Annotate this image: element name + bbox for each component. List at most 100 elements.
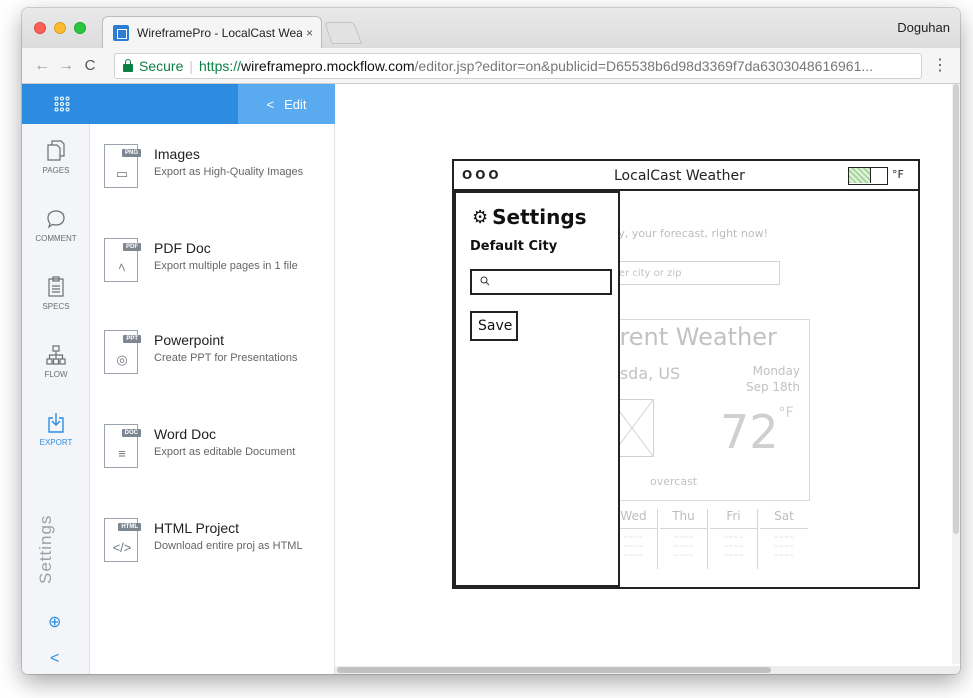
wireframe-current-weather: rrent Weather [610, 323, 777, 351]
chart-glyph-icon: ◎ [116, 352, 128, 367]
forecast-day: Sat ~~~~ ~~~~ ~~~~ [760, 509, 808, 569]
file-badge: PNG [121, 149, 141, 157]
left-rail: PAGES COMMENT SPECS FLOW EXPORT Settings… [22, 124, 90, 674]
wireframe-date-text: Sep 18th [745, 380, 800, 394]
browser-menu-icon[interactable]: ⋮ [932, 58, 948, 74]
export-option-name: Word Doc [154, 426, 216, 442]
vertical-scrollbar[interactable] [952, 84, 960, 664]
rail-item-comment[interactable]: COMMENT [22, 208, 90, 243]
code-glyph-icon: </> [112, 540, 132, 555]
temperature-unit: °F [778, 405, 794, 421]
address-divider: | [189, 58, 193, 74]
chevron-left-icon: < [266, 96, 275, 112]
export-panel: PNG ▭ Images Export as High-Quality Imag… [90, 124, 335, 674]
save-button[interactable]: Save [470, 311, 518, 341]
pdf-file-icon: PDF ﾍ [104, 238, 141, 282]
app-topbar: < Edit [22, 84, 335, 124]
file-badge: PDF [123, 243, 141, 251]
default-city-label: Default City [470, 239, 558, 254]
browser-window: WireframePro - LocalCast Wea × Doguhan ←… [22, 8, 960, 674]
wireframe-tagline: ty, your forecast, right now! [614, 227, 768, 240]
unit-toggle[interactable] [848, 167, 888, 185]
rail-item-export[interactable]: EXPORT [22, 412, 90, 447]
forward-arrow-icon[interactable]: → [54, 57, 78, 75]
edit-label: Edit [284, 96, 307, 112]
settings-title-text: Settings [492, 205, 587, 229]
wireframe-city-input: ter city or zip [610, 261, 780, 285]
default-city-search-input[interactable] [470, 269, 612, 295]
export-option-desc: Download entire proj as HTML [154, 540, 303, 552]
text-glyph-icon: ≡ [118, 446, 126, 461]
gear-icon: ⚙ [472, 206, 489, 228]
browser-toolbar: ← → C Secure | https:// wireframepro.moc… [22, 48, 960, 84]
wireframe-app-title: LocalCast Weather [614, 168, 745, 184]
forecast-day: Thu ~~~~ ~~~~ ~~~~ [660, 509, 708, 569]
image-glyph-icon: ▭ [115, 166, 129, 181]
forecast-day: Fri ~~~~ ~~~~ ~~~~ [710, 509, 758, 569]
export-option-desc: Export as High-Quality Images [154, 166, 304, 178]
wireframe-date: Monday Sep 18th [736, 363, 800, 395]
maximize-window-button[interactable] [74, 22, 86, 34]
lock-icon [123, 59, 133, 72]
png-file-icon: PNG ▭ [104, 144, 141, 188]
rail-label-export: EXPORT [39, 438, 73, 447]
export-option-name: Powerpoint [154, 332, 225, 348]
address-bar[interactable]: Secure | https:// wireframepro.mockflow.… [114, 53, 922, 79]
export-option-pdf[interactable]: PDF ﾍ PDF Doc Export multiple pages in 1… [104, 238, 334, 308]
rail-item-specs[interactable]: SPECS [22, 276, 90, 311]
rail-label-comment: COMMENT [35, 234, 77, 243]
url-scheme: https:// [199, 58, 242, 74]
edit-button[interactable]: < Edit [238, 84, 335, 124]
back-arrow-icon[interactable]: ← [30, 57, 54, 75]
export-option-html[interactable]: HTML </> HTML Project Download entire pr… [104, 518, 334, 588]
doc-file-icon: DOC ≡ [104, 424, 141, 468]
app-area: < Edit PAGES COMMENT SPECS FLOW EXPORT S… [22, 84, 960, 674]
minimize-window-button[interactable] [54, 22, 66, 34]
export-option-desc: Export as editable Document [154, 446, 296, 458]
wireframe-titlebar: OOO LocalCast Weather °F [454, 161, 918, 191]
export-option-images[interactable]: PNG ▭ Images Export as High-Quality Imag… [104, 144, 334, 214]
app-grid-icon[interactable] [54, 96, 70, 112]
wireframe-condition: overcast [650, 475, 698, 488]
export-option-name: HTML Project [154, 520, 240, 536]
new-tab-button[interactable] [323, 22, 363, 44]
rail-label-flow: FLOW [44, 370, 68, 379]
horizontal-scrollbar[interactable] [335, 666, 960, 674]
rail-item-pages[interactable]: PAGES [22, 140, 90, 175]
wireframe-window[interactable]: OOO LocalCast Weather °F ty, your foreca… [452, 159, 920, 589]
html-file-icon: HTML </> [104, 518, 141, 562]
close-window-button[interactable] [34, 22, 46, 34]
ppt-file-icon: PPT ◎ [104, 330, 141, 374]
title-bar: WireframePro - LocalCast Wea × Doguhan [22, 8, 960, 48]
file-badge: HTML [118, 523, 141, 531]
rail-item-flow[interactable]: FLOW [22, 344, 90, 379]
pages-icon [47, 140, 65, 161]
pdf-glyph-icon: ﾍ [118, 260, 126, 275]
settings-title: ⚙ Settings [472, 205, 587, 229]
rail-label-pages: PAGES [42, 166, 70, 175]
browser-tab[interactable]: WireframePro - LocalCast Wea × [102, 16, 322, 48]
profile-name[interactable]: Doguhan [897, 20, 950, 35]
wireframe-temperature: 72°F [720, 405, 794, 459]
export-option-name: Images [154, 146, 200, 162]
tab-close-icon[interactable]: × [306, 26, 313, 40]
url-path: /editor.jsp?editor=on&publicid=D65538b6d… [414, 58, 874, 74]
export-option-word[interactable]: DOC ≡ Word Doc Export as editable Docume… [104, 424, 334, 494]
url-host: wireframepro.mockflow.com [241, 58, 415, 74]
search-icon [480, 276, 490, 286]
file-badge: PPT [123, 335, 141, 343]
settings-vertical-tab[interactable]: Settings [36, 515, 56, 584]
reload-icon[interactable]: C [78, 57, 102, 74]
file-badge: DOC [121, 429, 141, 437]
favicon-icon [113, 24, 129, 41]
flow-icon [46, 345, 66, 365]
collapse-chevron-icon[interactable]: < [50, 650, 59, 668]
export-option-desc: Export multiple pages in 1 file [154, 260, 298, 272]
comment-icon [47, 210, 65, 229]
zoom-in-icon[interactable]: ⊕ [48, 612, 61, 632]
temperature-value: 72 [720, 405, 779, 459]
export-option-powerpoint[interactable]: PPT ◎ Powerpoint Create PPT for Presenta… [104, 330, 334, 400]
design-canvas[interactable]: OOO LocalCast Weather °F ty, your foreca… [335, 84, 960, 674]
wireframe-window-controls: OOO [462, 168, 502, 182]
specs-icon [48, 276, 64, 297]
